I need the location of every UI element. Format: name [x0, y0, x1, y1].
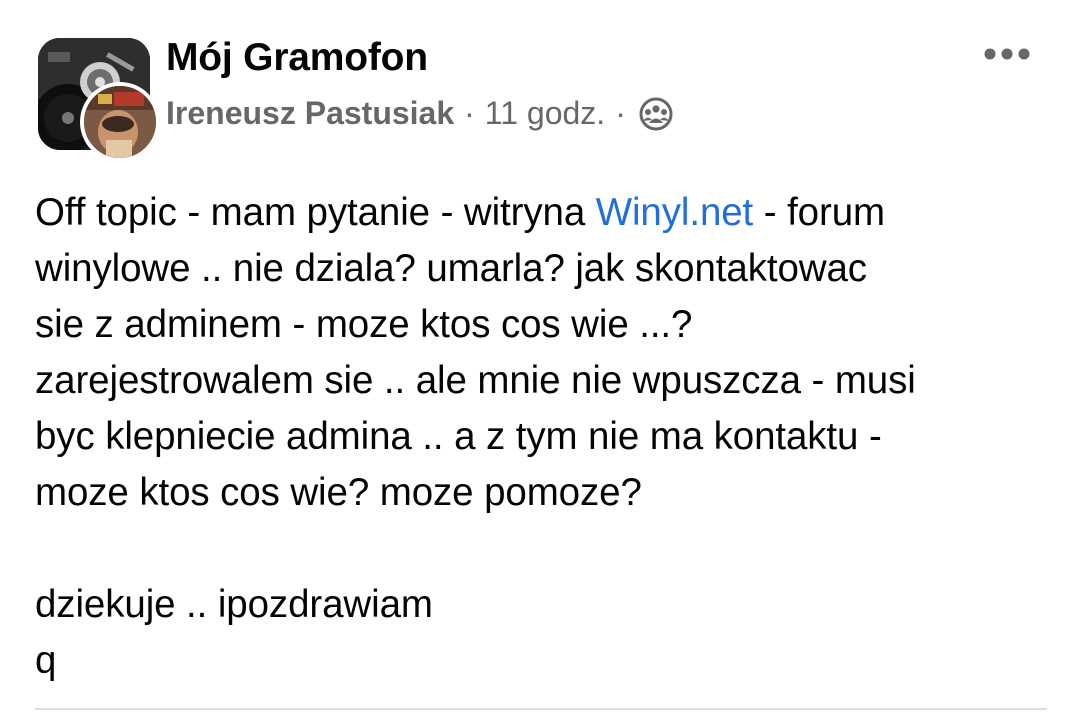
post-timestamp[interactable]: 11 godz. [485, 95, 605, 132]
post-meta: Ireneusz Pastusiak · 11 godz. · [166, 95, 674, 132]
more-options-button[interactable] [982, 36, 1032, 72]
meta-separator: · [464, 95, 475, 131]
body-text-start: Off topic - mam pytanie - witryna [35, 191, 596, 234]
body-text-rest: winylowe .. nie dziala? umarla? jak skon… [35, 247, 916, 682]
avatar-group[interactable] [38, 38, 160, 162]
group-name[interactable]: Mój Gramofon [166, 36, 428, 80]
post-card: Mój Gramofon Ireneusz Pastusiak · 11 god… [0, 0, 1080, 716]
divider [35, 708, 1047, 710]
winyl-link[interactable]: Winyl.net [596, 191, 754, 234]
body-text-line1-end: - forum [753, 191, 885, 234]
meta-separator: · [615, 95, 626, 131]
author-avatar[interactable] [80, 82, 160, 162]
post-body: Off topic - mam pytanie - witryna Winyl.… [35, 185, 1055, 689]
more-options-icon [984, 48, 1030, 60]
author-photo [84, 86, 156, 158]
author-name[interactable]: Ireneusz Pastusiak [166, 95, 454, 132]
members-group-icon[interactable] [638, 96, 674, 132]
